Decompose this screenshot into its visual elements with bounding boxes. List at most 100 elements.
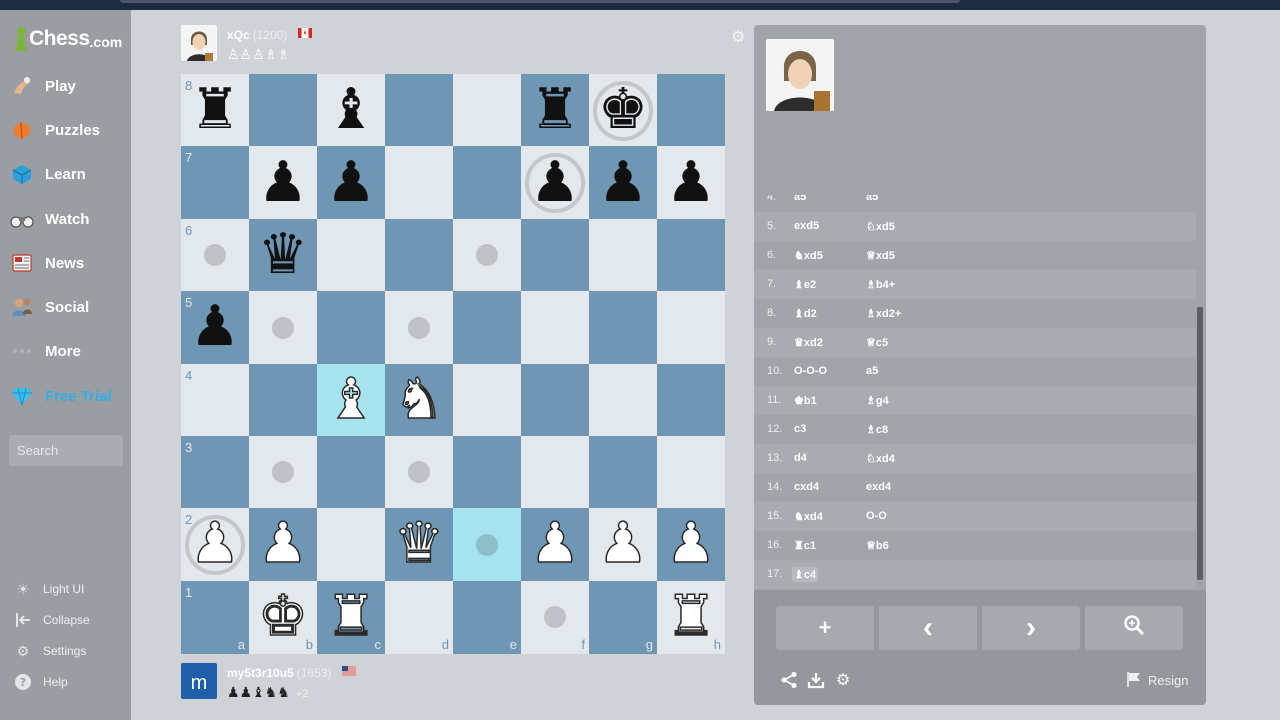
square-b3[interactable] bbox=[249, 435, 317, 509]
square-b4[interactable] bbox=[249, 363, 317, 437]
white-move[interactable]: ♞xd4 bbox=[792, 509, 825, 524]
white-queen-piece[interactable]: ♛ bbox=[385, 508, 453, 580]
square-h8[interactable] bbox=[657, 74, 725, 147]
black-move[interactable]: ♗xd2+ bbox=[864, 306, 903, 321]
square-g5[interactable] bbox=[589, 291, 657, 365]
white-move[interactable]: ♜c1 bbox=[792, 538, 818, 553]
bottom-player-name[interactable]: my5t3r10u5 bbox=[227, 666, 294, 680]
white-pawn-piece[interactable]: ♟ bbox=[181, 508, 249, 580]
white-pawn-piece[interactable]: ♟ bbox=[657, 508, 725, 580]
square-d5[interactable] bbox=[385, 291, 453, 365]
black-move[interactable]: ♗c8 bbox=[864, 422, 890, 437]
black-move[interactable]: O-O bbox=[864, 509, 889, 523]
square-e3[interactable] bbox=[453, 435, 521, 509]
board-settings-gear-icon[interactable]: ⚙ bbox=[731, 27, 747, 46]
black-move[interactable]: ♘xd5 bbox=[864, 219, 897, 234]
square-d7[interactable] bbox=[385, 146, 453, 220]
square-a6[interactable]: 6 bbox=[181, 218, 249, 292]
light-ui-toggle[interactable]: ☀ Light UI bbox=[13, 579, 85, 599]
black-move[interactable]: ♕c5 bbox=[864, 335, 890, 350]
gear-icon[interactable]: ⚙ bbox=[833, 670, 853, 690]
square-e7[interactable] bbox=[453, 146, 521, 220]
square-e5[interactable] bbox=[453, 291, 521, 365]
analysis-button[interactable] bbox=[1085, 606, 1183, 650]
square-a7[interactable]: 7 bbox=[181, 146, 249, 220]
white-pawn-piece[interactable]: ♟ bbox=[249, 508, 317, 580]
top-player-name[interactable]: xQc bbox=[227, 28, 250, 42]
white-pawn-piece[interactable]: ♟ bbox=[521, 508, 589, 580]
black-move[interactable]: ♕xd5 bbox=[864, 248, 897, 263]
black-move[interactable]: ♗g4 bbox=[864, 393, 891, 408]
square-e2[interactable] bbox=[453, 508, 521, 582]
help-link[interactable]: ? Help bbox=[13, 672, 68, 692]
black-move[interactable]: exd4 bbox=[864, 480, 893, 494]
nav-item-learn[interactable]: Learn bbox=[10, 158, 125, 190]
square-d3[interactable] bbox=[385, 435, 453, 509]
black-rook-piece[interactable]: ♜ bbox=[521, 74, 589, 146]
square-h6[interactable] bbox=[657, 218, 725, 292]
black-pawn-piece[interactable]: ♟ bbox=[521, 146, 589, 218]
black-rook-piece[interactable]: ♜ bbox=[181, 74, 249, 146]
white-knight-piece[interactable]: ♞ bbox=[385, 364, 453, 436]
white-move[interactable]: c3 bbox=[792, 422, 808, 436]
square-g6[interactable] bbox=[589, 218, 657, 292]
square-b5[interactable] bbox=[249, 291, 317, 365]
nav-item-play[interactable]: Play bbox=[10, 70, 125, 102]
white-move[interactable]: ♝c4 bbox=[792, 567, 819, 582]
black-pawn-piece[interactable]: ♟ bbox=[589, 146, 657, 218]
square-c6[interactable] bbox=[317, 218, 385, 292]
white-move[interactable]: exd5 bbox=[792, 219, 821, 233]
white-king-piece[interactable]: ♚ bbox=[249, 581, 317, 653]
white-move[interactable]: O-O-O bbox=[792, 364, 829, 378]
square-g1[interactable]: g bbox=[589, 580, 657, 654]
nav-item-watch[interactable]: Watch bbox=[10, 203, 125, 235]
square-a3[interactable]: 3 bbox=[181, 435, 249, 509]
square-a4[interactable]: 4 bbox=[181, 363, 249, 437]
square-h3[interactable] bbox=[657, 435, 725, 509]
black-pawn-piece[interactable]: ♟ bbox=[317, 146, 385, 218]
square-d8[interactable] bbox=[385, 74, 453, 147]
square-h4[interactable] bbox=[657, 363, 725, 437]
white-move[interactable]: ♞xd5 bbox=[792, 248, 825, 263]
square-f6[interactable] bbox=[521, 218, 589, 292]
search-input[interactable] bbox=[9, 435, 123, 466]
square-f4[interactable] bbox=[521, 363, 589, 437]
download-icon[interactable] bbox=[806, 670, 826, 690]
white-pawn-piece[interactable]: ♟ bbox=[589, 508, 657, 580]
square-c5[interactable] bbox=[317, 291, 385, 365]
white-move[interactable]: ♝d2 bbox=[792, 306, 819, 321]
square-f1[interactable]: f bbox=[521, 580, 589, 654]
black-move[interactable]: ♗b4+ bbox=[864, 277, 897, 292]
nav-item-more[interactable]: More bbox=[10, 335, 125, 367]
square-g4[interactable] bbox=[589, 363, 657, 437]
square-g3[interactable] bbox=[589, 435, 657, 509]
white-move[interactable]: d4 bbox=[792, 451, 809, 465]
black-pawn-piece[interactable]: ♟ bbox=[657, 146, 725, 218]
white-rook-piece[interactable]: ♜ bbox=[657, 581, 725, 653]
square-c2[interactable] bbox=[317, 508, 385, 582]
legal-move-dot[interactable] bbox=[476, 244, 498, 267]
square-e8[interactable] bbox=[453, 74, 521, 147]
legal-move-dot[interactable] bbox=[408, 316, 430, 339]
square-h5[interactable] bbox=[657, 291, 725, 365]
black-move[interactable]: a5 bbox=[864, 364, 880, 378]
legal-move-dot[interactable] bbox=[272, 316, 294, 339]
chess-board[interactable]: 8 7 6 5 4 3 2 1 a b c d e f g h ♜ ♝ ♜ ♚ ♟ ♟ ♟ ♟ ♟ ♛ ♟ ♝ ♞ ♛ ♟ ♟ ♟ ♟ ♟ ♚ ♜ ♜ bbox=[181, 74, 725, 654]
chess-com-logo[interactable]: Chess .com bbox=[14, 24, 122, 54]
black-move[interactable]: ♘xd4 bbox=[864, 451, 897, 466]
black-pawn-piece[interactable]: ♟ bbox=[249, 146, 317, 218]
black-pawn-piece[interactable]: ♟ bbox=[181, 291, 249, 363]
nav-item-social[interactable]: Social bbox=[10, 291, 125, 323]
white-move[interactable]: ♚b1 bbox=[792, 393, 819, 408]
legal-move-dot[interactable] bbox=[272, 461, 294, 484]
new-game-button[interactable]: + bbox=[776, 606, 874, 650]
square-a1[interactable]: 1a bbox=[181, 580, 249, 654]
collapse-button[interactable]: Collapse bbox=[13, 610, 90, 630]
black-bishop-piece[interactable]: ♝ bbox=[317, 74, 385, 146]
square-e1[interactable]: e bbox=[453, 580, 521, 654]
top-player-avatar[interactable] bbox=[181, 25, 217, 61]
square-c3[interactable] bbox=[317, 435, 385, 509]
share-icon[interactable] bbox=[779, 670, 799, 690]
black-king-piece[interactable]: ♚ bbox=[589, 74, 657, 146]
black-move[interactable]: ♕b6 bbox=[864, 538, 891, 553]
